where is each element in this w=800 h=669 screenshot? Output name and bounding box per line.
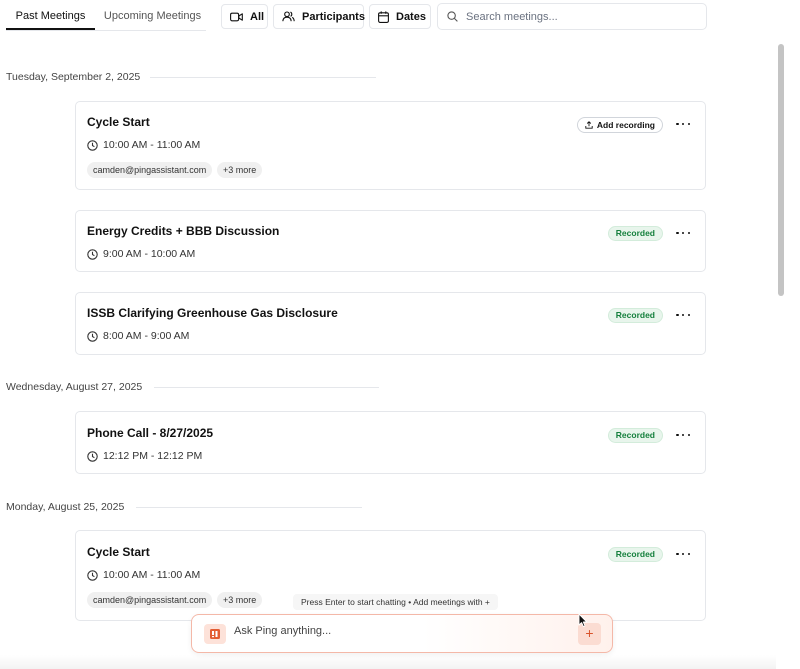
video-icon: [230, 12, 243, 21]
search-icon: [447, 11, 458, 22]
clock-icon: [87, 330, 98, 342]
chat-hint: Press Enter to start chatting • Add meet…: [293, 594, 498, 610]
chat-input[interactable]: [234, 625, 564, 637]
date-heading: Monday, August 25, 2025: [6, 501, 125, 513]
filter-participants-label: Participants: [302, 10, 365, 23]
date-heading: Tuesday, September 2, 2025: [6, 71, 141, 83]
meeting-card[interactable]: ISSB Clarifying Greenhouse Gas Disclosur…: [75, 292, 706, 355]
clock-icon: [87, 569, 98, 581]
participant-pill: camden@pingassistant.com: [87, 592, 213, 608]
meeting-card[interactable]: Phone Call - 8/27/2025 12:12 PM - 12:12 …: [75, 411, 706, 474]
filter-participants-button[interactable]: Participants: [273, 4, 365, 29]
filter-dates-button[interactable]: Dates: [369, 4, 431, 29]
filter-all-label: All: [250, 10, 265, 23]
top-bar: Past Meetings Upcoming Meetings All Part…: [0, 0, 800, 32]
more-participants-pill[interactable]: +3 more: [217, 162, 263, 178]
meeting-time: 12:12 PM - 12:12 PM: [87, 450, 202, 462]
date-divider: [150, 77, 376, 78]
bottom-fade: [0, 655, 776, 669]
recorded-badge: Recorded: [607, 226, 663, 241]
recorded-badge: Recorded: [607, 547, 663, 562]
meeting-title: Energy Credits + BBB Discussion: [87, 224, 280, 238]
clock-icon: [87, 248, 98, 260]
recorded-badge: Recorded: [607, 308, 663, 323]
meeting-card[interactable]: Cycle Start 10:00 AM - 11:00 AM camden@p…: [75, 101, 706, 190]
chat-bar: +: [191, 614, 613, 653]
meeting-list: Tuesday, September 2, 2025 Cycle Start 1…: [0, 34, 776, 669]
meeting-time: 10:00 AM - 11:00 AM: [87, 139, 200, 151]
add-recording-label: Add recording: [596, 120, 655, 130]
date-divider: [154, 387, 379, 388]
clock-icon: [87, 139, 98, 151]
participants-icon: [282, 11, 295, 22]
recorded-badge: Recorded: [607, 428, 663, 443]
meeting-time-label: 10:00 AM - 11:00 AM: [103, 569, 201, 581]
tab-past-meetings[interactable]: Past Meetings: [6, 0, 95, 30]
filter-all-button[interactable]: All: [221, 4, 268, 29]
tab-divider: [6, 30, 206, 31]
meeting-time: 9:00 AM - 10:00 AM: [87, 248, 195, 260]
date-heading: Wednesday, August 27, 2025: [6, 381, 143, 393]
more-icon[interactable]: [676, 119, 690, 129]
more-icon[interactable]: [676, 430, 690, 440]
meeting-time-label: 9:00 AM - 10:00 AM: [103, 248, 196, 260]
meeting-title: ISSB Clarifying Greenhouse Gas Disclosur…: [87, 306, 338, 320]
calendar-icon: [378, 10, 389, 23]
tab-upcoming-meetings[interactable]: Upcoming Meetings: [97, 0, 208, 30]
more-icon[interactable]: [676, 549, 690, 559]
meeting-time: 8:00 AM - 9:00 AM: [87, 330, 189, 342]
meeting-time: 10:00 AM - 11:00 AM: [87, 569, 200, 581]
participant-pill: camden@pingassistant.com: [87, 162, 213, 178]
clock-icon: [87, 450, 98, 462]
more-icon[interactable]: [676, 228, 690, 238]
meeting-card[interactable]: Energy Credits + BBB Discussion 9:00 AM …: [75, 210, 706, 272]
meeting-time-label: 12:12 PM - 12:12 PM: [103, 450, 203, 462]
meeting-title: Phone Call - 8/27/2025: [87, 426, 214, 440]
meeting-title: Cycle Start: [87, 545, 150, 559]
meeting-time-label: 8:00 AM - 9:00 AM: [103, 330, 190, 342]
more-participants-pill[interactable]: +3 more: [217, 592, 263, 608]
search-input[interactable]: [466, 10, 686, 23]
more-icon[interactable]: [676, 310, 690, 320]
meeting-title: Cycle Start: [87, 115, 150, 129]
meeting-time-label: 10:00 AM - 11:00 AM: [103, 139, 201, 151]
ping-logo-icon: [204, 624, 226, 644]
scrollbar-thumb[interactable]: [778, 44, 784, 296]
date-divider: [136, 507, 362, 508]
add-recording-button[interactable]: Add recording: [576, 117, 663, 133]
search-box: [437, 3, 707, 30]
upload-icon: [585, 121, 593, 129]
filter-dates-label: Dates: [396, 10, 426, 23]
cursor-icon: [578, 613, 588, 628]
